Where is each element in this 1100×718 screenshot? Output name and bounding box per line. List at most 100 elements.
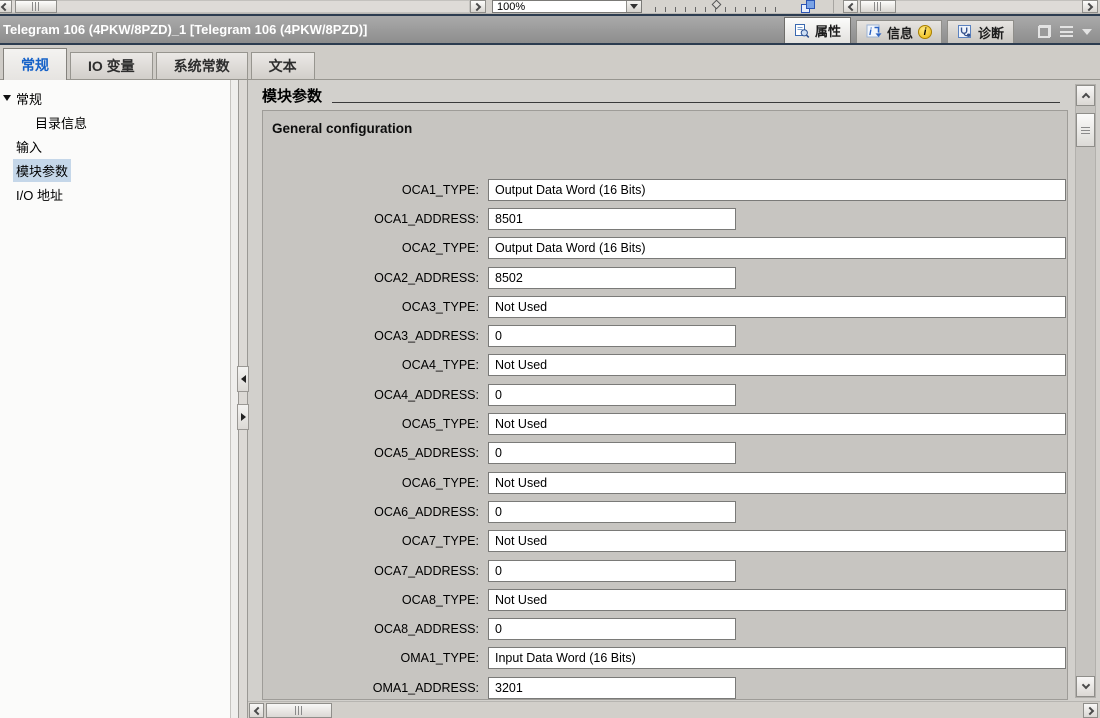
field-input-OCA3_ADDRESS[interactable] bbox=[488, 325, 736, 347]
scroll-left-button[interactable] bbox=[0, 0, 12, 13]
form-row: OMA1_ADDRESS: bbox=[263, 673, 1067, 700]
scroll-down-button[interactable] bbox=[1076, 676, 1095, 697]
zoom-slider[interactable] bbox=[655, 0, 785, 13]
scroll-right-button[interactable] bbox=[1083, 703, 1098, 718]
form-row: OCA8_TYPE: bbox=[263, 585, 1067, 614]
zoom-combobox[interactable]: 100% bbox=[492, 0, 642, 13]
field-label: OMA1_ADDRESS: bbox=[263, 681, 488, 695]
tree-scrollbar-gutter bbox=[230, 80, 238, 718]
tab-label: 文本 bbox=[269, 56, 297, 76]
chevron-left-icon bbox=[1, 2, 9, 10]
sidebar-item[interactable]: I/O 地址 bbox=[0, 182, 230, 206]
triangle-right-icon bbox=[241, 413, 246, 421]
sidebar-item[interactable]: 输入 bbox=[0, 134, 230, 158]
scroll-up-button[interactable] bbox=[1076, 85, 1095, 106]
tab-label: 常规 bbox=[21, 55, 49, 75]
sidebar-item[interactable]: 目录信息 bbox=[0, 110, 230, 134]
field-input-OCA8_TYPE[interactable] bbox=[488, 589, 1066, 611]
secondary-hscrollbar-thumb[interactable] bbox=[860, 0, 896, 13]
field-label: OCA4_TYPE: bbox=[263, 358, 488, 372]
window-menu-icon[interactable] bbox=[1060, 26, 1073, 37]
field-input-OCA7_ADDRESS[interactable] bbox=[488, 560, 736, 582]
scroll-right-button-2[interactable] bbox=[1082, 0, 1098, 13]
sidebar-item[interactable]: 模块参数 bbox=[0, 158, 230, 182]
window-controls bbox=[1038, 25, 1092, 38]
scroll-left-button[interactable] bbox=[249, 703, 264, 718]
form-row: OCA1_TYPE: bbox=[263, 175, 1067, 204]
top-toolbar: 100% bbox=[0, 0, 1100, 14]
sidebar-item-label: I/O 地址 bbox=[13, 183, 66, 206]
field-input-OCA4_ADDRESS[interactable] bbox=[488, 384, 736, 406]
expander-triangle-icon[interactable] bbox=[3, 95, 11, 101]
zoom-value: 100% bbox=[497, 1, 525, 13]
tab-system-constants[interactable]: 系统常数 bbox=[156, 52, 248, 80]
field-input-OCA8_ADDRESS[interactable] bbox=[488, 618, 736, 640]
tab-info[interactable]: i 信息 i bbox=[856, 20, 942, 43]
hscrollbar-thumb[interactable] bbox=[266, 703, 332, 718]
scroll-right-button[interactable] bbox=[470, 0, 486, 13]
form-row: OCA3_ADDRESS: bbox=[263, 321, 1067, 350]
chevron-right-icon bbox=[1085, 2, 1093, 10]
chevron-right-icon bbox=[1085, 706, 1093, 714]
field-input-OCA4_TYPE[interactable] bbox=[488, 354, 1066, 376]
field-input-OCA3_TYPE[interactable] bbox=[488, 296, 1066, 318]
tab-label: 信息 bbox=[887, 23, 913, 42]
editor-hscrollbar-track[interactable] bbox=[0, 0, 470, 13]
field-label: OMA1_TYPE: bbox=[263, 651, 488, 665]
chevron-down-icon bbox=[1081, 681, 1089, 689]
field-input-OCA5_ADDRESS[interactable] bbox=[488, 442, 736, 464]
field-label: OCA6_ADDRESS: bbox=[263, 505, 488, 519]
pane-splitter[interactable] bbox=[238, 80, 248, 718]
form-row: OCA7_ADDRESS: bbox=[263, 556, 1067, 585]
editor-hscrollbar-thumb[interactable] bbox=[15, 0, 57, 13]
vscrollbar-thumb[interactable] bbox=[1076, 113, 1095, 147]
properties-window: 100% Telegram 106 (4PKW/8PZD)_1 [Telegra… bbox=[0, 0, 1100, 718]
fit-to-view-icon[interactable] bbox=[800, 0, 818, 13]
tab-diagnostics[interactable]: 诊断 bbox=[947, 20, 1014, 43]
tab-io-tags[interactable]: IO 变量 bbox=[70, 52, 153, 80]
field-input-OCA2_TYPE[interactable] bbox=[488, 237, 1066, 259]
info-badge-icon: i bbox=[918, 25, 932, 39]
toolbar-separator bbox=[833, 0, 834, 13]
sidebar-item-label: 输入 bbox=[13, 135, 45, 158]
field-input-OCA7_TYPE[interactable] bbox=[488, 530, 1066, 552]
splitter-expand-button[interactable] bbox=[237, 404, 249, 430]
main-vscrollbar[interactable] bbox=[1075, 84, 1096, 698]
float-window-icon[interactable] bbox=[1038, 25, 1051, 38]
tab-label: 属性 bbox=[815, 21, 841, 40]
grip-icon bbox=[1081, 126, 1090, 134]
chevron-right-icon bbox=[473, 2, 481, 10]
main-hscrollbar[interactable] bbox=[248, 701, 1100, 718]
zoom-dropdown-button[interactable] bbox=[626, 1, 641, 12]
field-input-OCA2_ADDRESS[interactable] bbox=[488, 267, 736, 289]
field-label: OCA1_ADDRESS: bbox=[263, 212, 488, 226]
collapse-panel-icon[interactable] bbox=[1082, 29, 1092, 35]
tab-properties[interactable]: 属性 bbox=[784, 17, 851, 43]
field-label: OCA7_TYPE: bbox=[263, 534, 488, 548]
field-input-OMA1_TYPE[interactable] bbox=[488, 647, 1066, 669]
sidebar-item-label: 常规 bbox=[13, 87, 45, 110]
sidebar-item[interactable]: 常规 bbox=[0, 86, 230, 110]
property-tabstrip: 常规 IO 变量 系统常数 文本 bbox=[0, 45, 1100, 80]
chevron-up-icon bbox=[1081, 93, 1089, 101]
field-input-OCA6_TYPE[interactable] bbox=[488, 472, 1066, 494]
page-title: 模块参数 bbox=[262, 85, 322, 106]
field-label: OCA1_TYPE: bbox=[263, 183, 488, 197]
tab-general[interactable]: 常规 bbox=[3, 48, 67, 80]
field-label: OCA7_ADDRESS: bbox=[263, 564, 488, 578]
sidebar-item-label: 模块参数 bbox=[13, 159, 71, 182]
svg-text:i: i bbox=[869, 27, 872, 38]
splitter-collapse-button[interactable] bbox=[237, 366, 249, 392]
field-input-OCA6_ADDRESS[interactable] bbox=[488, 501, 736, 523]
field-input-OMA1_ADDRESS[interactable] bbox=[488, 677, 736, 699]
chevron-down-icon bbox=[630, 4, 638, 9]
field-input-OCA5_TYPE[interactable] bbox=[488, 413, 1066, 435]
field-input-OCA1_ADDRESS[interactable] bbox=[488, 208, 736, 230]
field-input-OCA1_TYPE[interactable] bbox=[488, 179, 1066, 201]
field-label: OCA8_TYPE: bbox=[263, 593, 488, 607]
scroll-left-button-2[interactable] bbox=[843, 0, 858, 13]
grip-icon bbox=[295, 706, 303, 715]
sidebar-item-label: 目录信息 bbox=[32, 111, 90, 134]
field-label: OCA5_ADDRESS: bbox=[263, 446, 488, 460]
tab-texts[interactable]: 文本 bbox=[251, 52, 315, 80]
